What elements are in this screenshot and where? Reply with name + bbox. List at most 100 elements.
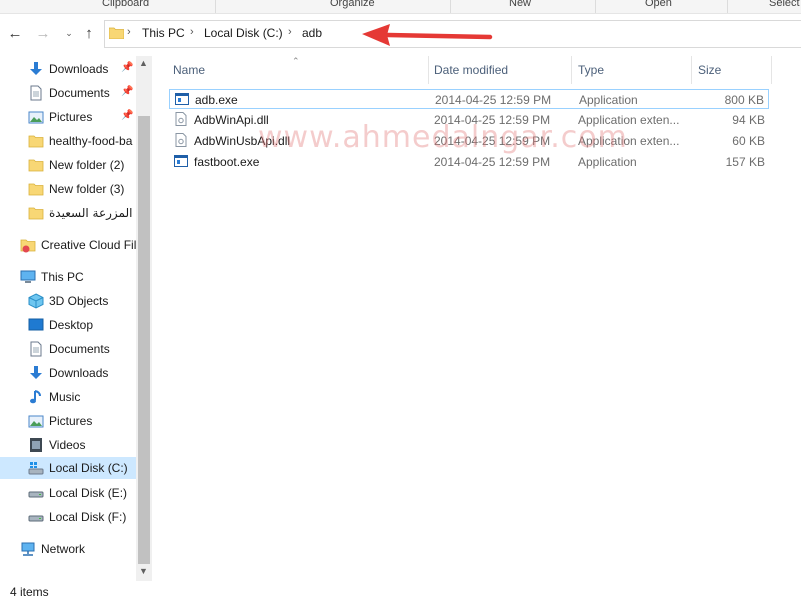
sidebar-item-label: healthy-food-ba [49,134,133,148]
download-arrow-icon [30,366,42,379]
pin-icon: 📌 [121,86,134,97]
sidebar-item-this-pc[interactable]: This PC [0,266,136,288]
column-header-type[interactable]: Type [578,63,604,77]
sidebar-item-creative-cloud[interactable]: Creative Cloud Fil [0,234,136,256]
sidebar-item-label: Pictures [49,110,93,124]
file-size: 94 KB [732,113,765,127]
sidebar-item-desktop[interactable]: Desktop [0,314,136,336]
file-size: 800 KB [724,93,764,107]
sidebar-item-pictures-pc[interactable]: Pictures [0,410,136,432]
creative-cloud-folder-icon [20,239,36,253]
music-note-icon [30,390,41,404]
ribbon-group-new[interactable]: New [509,0,531,9]
drive-icon [28,515,44,522]
exe-icon [175,93,189,105]
navigation-pane: Downloads 📌 Documents 📌 Pictures 📌 healt… [0,56,136,581]
up-arrow-icon[interactable]: ↑ [80,24,98,42]
sidebar-item-healthy-food[interactable]: healthy-food-ba [0,130,136,152]
sidebar-item-label: Documents [49,342,110,356]
sidebar-item-label: Documents [49,86,110,100]
download-arrow-icon [30,62,42,75]
file-row-fastboot-exe[interactable]: fastboot.exe 2014-04-25 12:59 PM Applica… [169,152,769,172]
sort-ascending-icon: ⌃ [292,56,300,66]
breadcrumb-chevron-icon[interactable]: › [127,26,131,38]
file-row-adb-exe[interactable]: adb.exe 2014-04-25 12:59 PM Application … [169,89,769,109]
breadcrumb-adb[interactable]: adb [302,26,322,40]
sidebar-item-arabic-folder[interactable]: المزرعة السعيدة [0,202,136,224]
breadcrumb-this-pc[interactable]: This PC [142,26,185,40]
column-header-date[interactable]: Date modified [434,63,508,77]
sidebar-item-label: Downloads [49,366,109,380]
back-arrow-icon[interactable]: ← [6,24,24,42]
ribbon-group-open[interactable]: Open [645,0,672,9]
file-type: Application [578,155,637,169]
sidebar-item-label: New folder (3) [49,182,125,196]
column-divider[interactable] [428,56,429,84]
breadcrumb-local-disk-c[interactable]: Local Disk (C:) [204,26,283,40]
ribbon-divider [727,0,728,13]
sidebar-item-3d-objects[interactable]: 3D Objects [0,290,136,312]
sidebar-item-documents[interactable]: Documents 📌 [0,82,136,104]
sidebar-item-downloads-pc[interactable]: Downloads [0,362,136,384]
column-divider[interactable] [771,56,772,84]
ribbon-group-select[interactable]: Select [769,0,800,9]
column-header-size[interactable]: Size [698,63,721,77]
sidebar-item-label: Local Disk (E:) [49,486,128,500]
recent-locations-chevron-icon[interactable]: ⌄ [60,24,78,42]
sidebar-item-label: Pictures [49,414,93,428]
ribbon-divider [450,0,451,13]
sidebar-item-label: This PC [41,270,84,284]
folder-icon [28,183,44,196]
sidebar-item-videos[interactable]: Videos [0,434,136,456]
video-icon [30,438,42,452]
scroll-down-icon[interactable]: ▼ [139,566,148,576]
scrollbar-thumb[interactable] [138,116,150,564]
column-header-name[interactable]: Name [173,63,205,77]
sidebar-item-label: Desktop [49,318,94,332]
sidebar-item-local-disk-f[interactable]: Local Disk (F:) [0,506,136,528]
sidebar-item-documents-pc[interactable]: Documents [0,338,136,360]
windows-drive-icon [28,462,44,475]
sidebar-item-label: المزرعة السعيدة [49,206,133,220]
ribbon-divider [215,0,216,13]
pin-icon: 📌 [121,62,134,73]
sidebar-item-new-folder-2[interactable]: New folder (2) [0,154,136,176]
pictures-icon [28,111,44,124]
file-type: Application [579,93,638,107]
sidebar-item-local-disk-c[interactable]: Local Disk (C:) [0,457,136,479]
annotation-arrow-icon [362,24,493,46]
file-size: 157 KB [725,155,765,169]
sidebar-item-local-disk-e[interactable]: Local Disk (E:) [0,482,136,504]
sidebar-item-network[interactable]: Network [0,538,136,560]
cube-icon [28,293,44,309]
status-item-count: 4 items [10,585,49,599]
file-date-modified: 2014-04-25 12:59 PM [434,155,551,169]
sidebar-item-label: New folder (2) [49,158,125,172]
scroll-up-icon[interactable]: ▲ [139,58,148,68]
ribbon-group-clipboard[interactable]: Clipboard [102,0,149,9]
dll-icon [175,112,187,126]
column-divider[interactable] [571,56,572,84]
breadcrumb-chevron-icon[interactable]: › [288,26,292,38]
sidebar-scrollbar[interactable]: ▲ ▼ [136,56,152,581]
sidebar-item-downloads[interactable]: Downloads 📌 [0,58,136,80]
desktop-icon [28,318,44,331]
sidebar-item-music[interactable]: Music [0,386,136,408]
sidebar-item-new-folder-3[interactable]: New folder (3) [0,178,136,200]
column-divider[interactable] [691,56,692,84]
pictures-icon [28,415,44,428]
file-list-header: ⌃ Name Date modified Type Size [164,56,772,84]
sidebar-item-pictures[interactable]: Pictures 📌 [0,106,136,128]
forward-arrow-icon[interactable]: → [34,24,52,42]
exe-icon [174,155,188,167]
breadcrumb-chevron-icon[interactable]: › [190,26,194,38]
document-icon [30,341,42,357]
sidebar-item-label: Music [49,390,81,404]
file-size: 60 KB [732,134,765,148]
sidebar-item-label: 3D Objects [49,294,109,308]
ribbon-group-organize[interactable]: Organize [330,0,375,9]
pin-icon: 📌 [121,110,134,121]
ribbon-bar: Clipboard Organize New Open Select [0,0,801,14]
ribbon-divider [595,0,596,13]
watermark-text: www.ahmedalngar.com [258,120,628,155]
